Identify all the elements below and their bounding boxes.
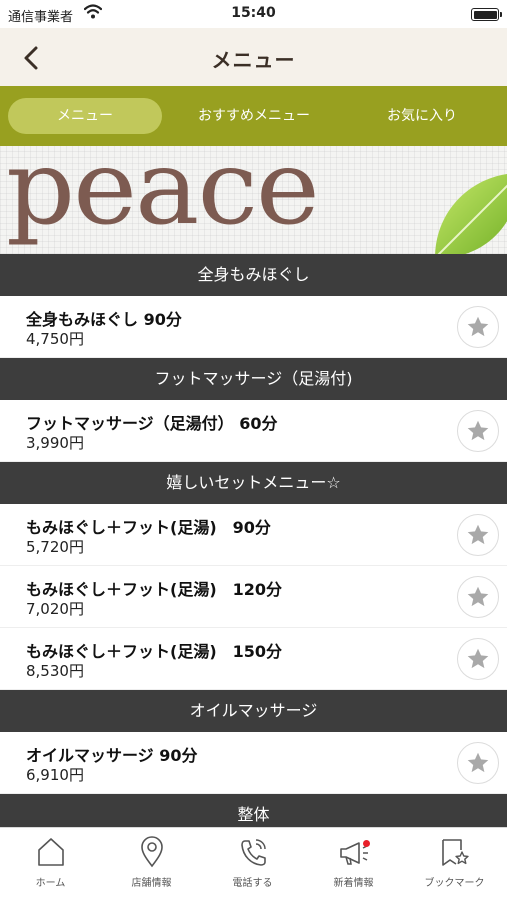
- star-icon: [467, 524, 489, 545]
- item-name: もみほぐし＋フット(足湯) 120分: [26, 580, 283, 599]
- bottom-tab-bar: ホーム 店舗情報 電話する 新着情報 ブックマーク: [0, 827, 507, 900]
- tab-recommended[interactable]: おすすめメニュー: [180, 98, 328, 134]
- menu-tabs: メニュー おすすめメニュー お気に入り: [0, 86, 507, 146]
- item-name: フットマッサージ（足湯付） 60分: [26, 414, 278, 433]
- favorite-star-button[interactable]: [457, 514, 499, 556]
- status-bar: 通信事業者 15:40: [0, 0, 507, 28]
- list-item[interactable]: もみほぐし＋フット(足湯) 90分 5,720円: [0, 504, 507, 566]
- item-price: 5,720円: [26, 538, 84, 556]
- tab-bar-call[interactable]: 電話する: [202, 836, 303, 889]
- star-icon: [467, 420, 489, 441]
- favorite-star-button[interactable]: [457, 638, 499, 680]
- item-price: 6,910円: [26, 766, 84, 784]
- section-header: オイルマッサージ: [0, 690, 507, 732]
- tab-bar-label: 店舗情報: [131, 878, 172, 889]
- section-header: 嬉しいセットメニュー☆: [0, 462, 507, 504]
- favorite-star-button[interactable]: [457, 410, 499, 452]
- bookmark-star-icon: [441, 839, 469, 866]
- page-title: メニュー: [211, 48, 296, 72]
- list-item[interactable]: もみほぐし＋フット(足湯) 120分 7,020円: [0, 566, 507, 628]
- clock: 15:40: [231, 5, 276, 21]
- tab-bar-label: ブックマーク: [424, 878, 485, 889]
- star-icon: [467, 648, 489, 669]
- list-item[interactable]: もみほぐし＋フット(足湯) 150分 8,530円: [0, 628, 507, 690]
- favorite-star-button[interactable]: [457, 576, 499, 618]
- item-price: 7,020円: [26, 600, 84, 618]
- tab-bar-bookmark[interactable]: ブックマーク: [404, 836, 505, 889]
- section-header: フットマッサージ（足湯付): [0, 358, 507, 400]
- item-name: もみほぐし＋フット(足湯) 150分: [26, 642, 283, 661]
- tab-menu[interactable]: メニュー: [8, 98, 162, 134]
- battery-icon: [471, 8, 502, 21]
- tab-favorites[interactable]: お気に入り: [352, 98, 492, 134]
- item-price: 8,530円: [26, 662, 84, 680]
- item-price: 4,750円: [26, 330, 84, 348]
- tab-bar-store-info[interactable]: 店舗情報: [101, 836, 202, 889]
- list-item[interactable]: 全身もみほぐし 90分 4,750円: [0, 296, 507, 358]
- section-header: 全身もみほぐし: [0, 254, 507, 296]
- map-pin-icon: [140, 836, 163, 868]
- phone-icon: [240, 839, 266, 866]
- banner-logo-text: peace: [6, 146, 320, 248]
- leaf-icon: [435, 174, 507, 254]
- item-name: もみほぐし＋フット(足湯) 90分: [26, 518, 271, 537]
- home-icon: [37, 838, 64, 866]
- notification-badge: [363, 840, 370, 847]
- star-icon: [467, 586, 489, 607]
- item-name: 全身もみほぐし 90分: [26, 310, 182, 329]
- item-price: 3,990円: [26, 434, 84, 452]
- navigation-bar: メニュー: [0, 28, 507, 86]
- tab-bar-label: 新着情報: [333, 878, 374, 889]
- tab-bar-home[interactable]: ホーム: [0, 836, 101, 889]
- tab-bar-label: ホーム: [35, 878, 66, 889]
- shop-banner: peace: [0, 146, 507, 254]
- menu-list: 全身もみほぐし 全身もみほぐし 90分 4,750円 フットマッサージ（足湯付)…: [0, 254, 507, 836]
- star-icon: [467, 316, 489, 337]
- favorite-star-button[interactable]: [457, 306, 499, 348]
- favorite-star-button[interactable]: [457, 742, 499, 784]
- tab-bar-label: 電話する: [232, 878, 273, 889]
- tab-bar-news[interactable]: 新着情報: [303, 836, 404, 889]
- list-item[interactable]: オイルマッサージ 90分 6,910円: [0, 732, 507, 794]
- item-name: オイルマッサージ 90分: [26, 746, 198, 765]
- list-item[interactable]: フットマッサージ（足湯付） 60分 3,990円: [0, 400, 507, 462]
- star-icon: [467, 752, 489, 773]
